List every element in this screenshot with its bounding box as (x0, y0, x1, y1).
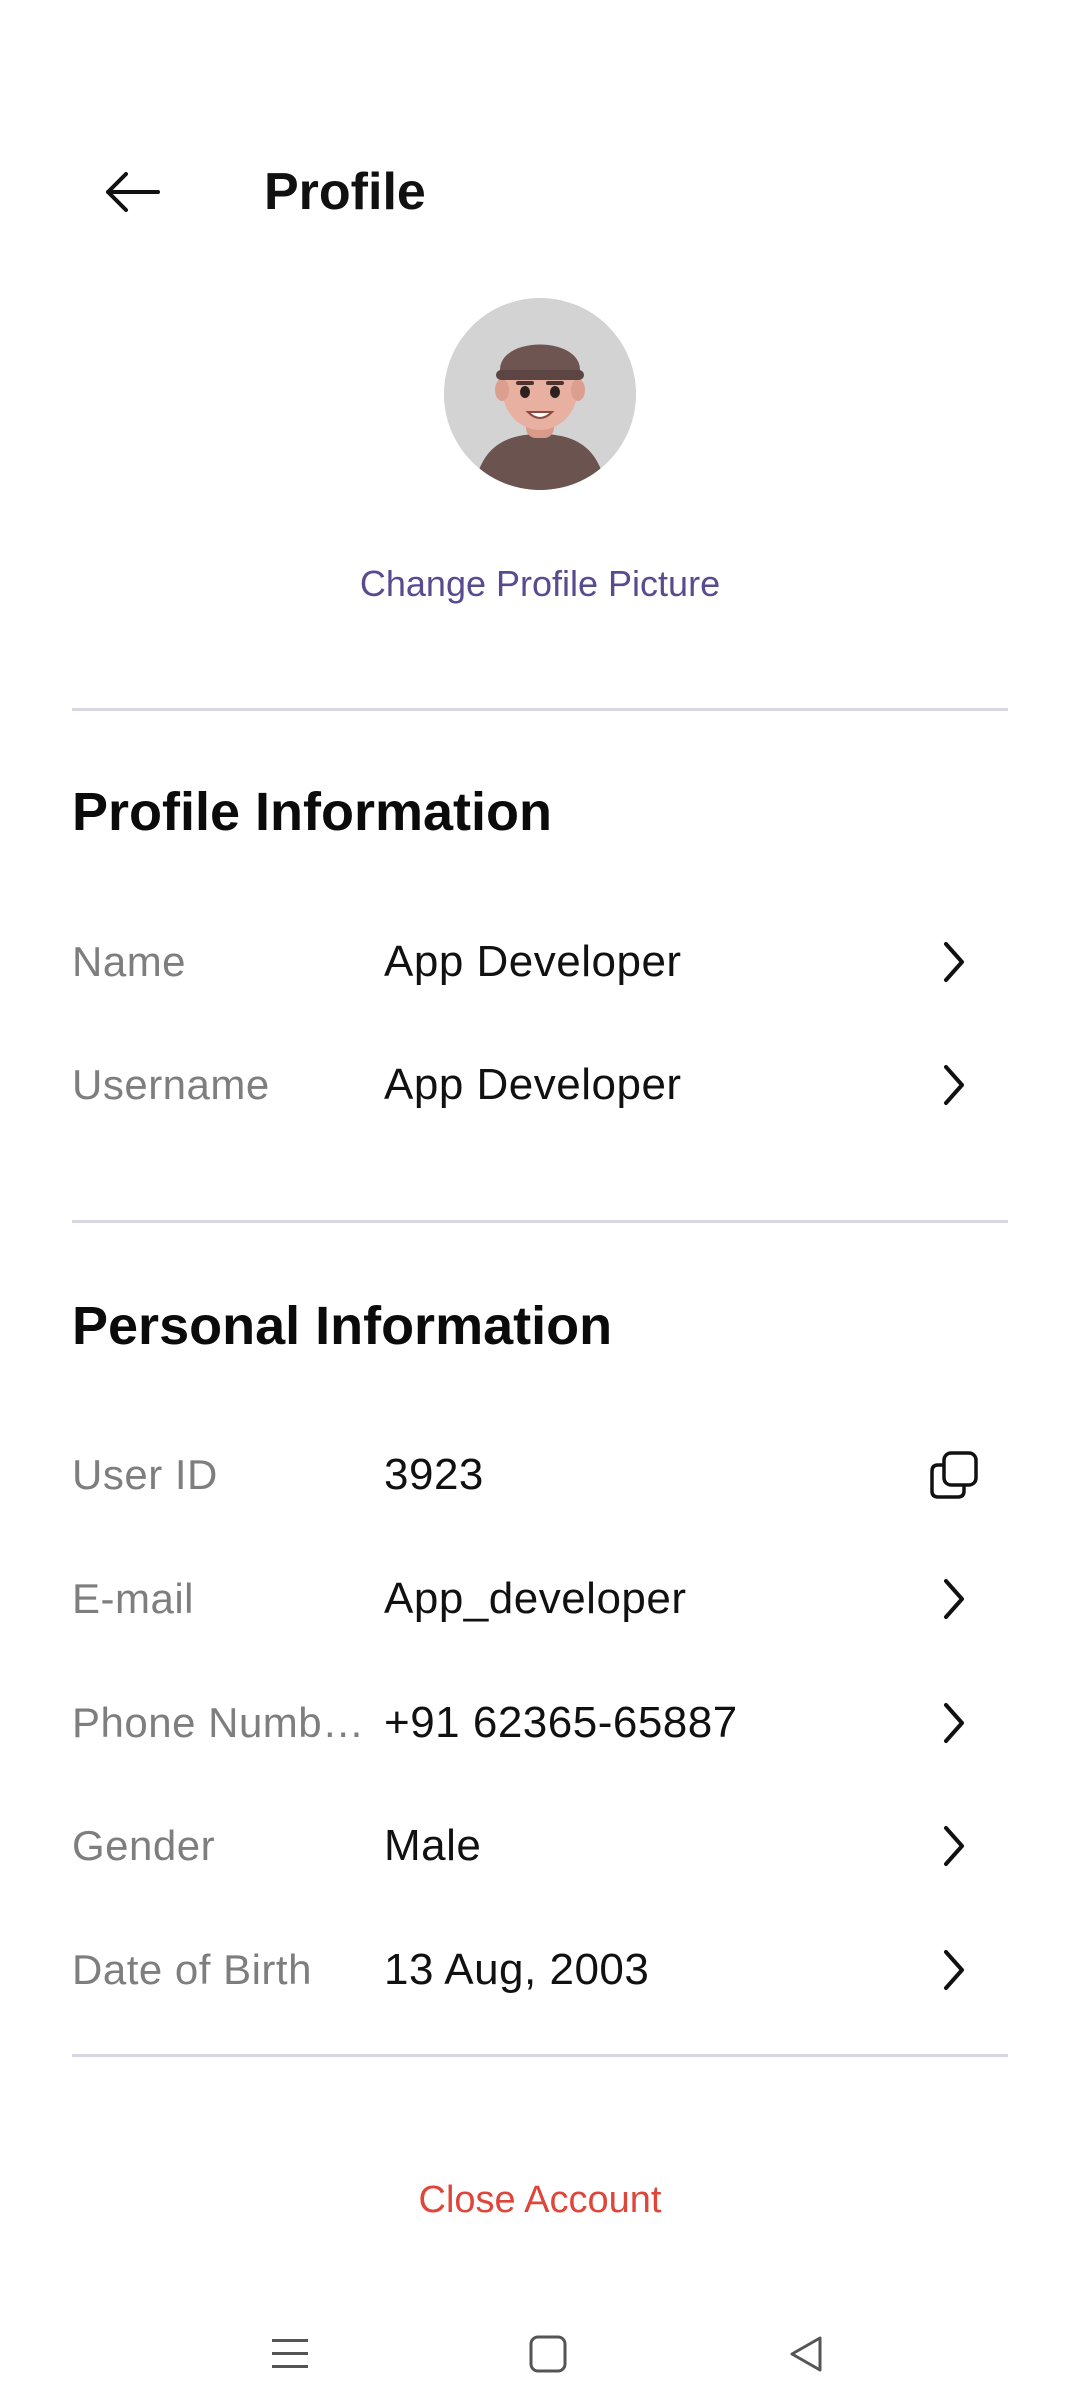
row-label: Gender (72, 1822, 216, 1869)
personal-row-email[interactable]: E-mail App_developer (72, 1549, 1008, 1649)
section-divider (72, 1220, 1008, 1223)
personal-information-title: Personal Information (72, 1296, 613, 1356)
personal-row-phone[interactable]: Phone Numb… +91 62365-65887 (72, 1673, 1008, 1773)
row-value: App Developer (384, 1060, 682, 1109)
menu-icon[interactable] (250, 2324, 330, 2384)
arrow-left-icon (106, 172, 160, 212)
row-value: App_developer (384, 1574, 687, 1623)
section-divider (72, 2054, 1008, 2057)
row-label: User ID (72, 1451, 218, 1498)
row-label: E-mail (72, 1575, 195, 1622)
row-label: Phone Numb… (72, 1699, 365, 1746)
profile-screen: Profile Change Profile Picture Profile I… (0, 0, 1080, 2400)
row-value: +91 62365-65887 (384, 1698, 738, 1747)
row-value: 13 Aug, 2003 (384, 1945, 650, 1994)
chevron-right-icon (924, 1569, 984, 1629)
profile-row-name[interactable]: Name App Developer (72, 912, 1008, 1012)
personal-row-gender[interactable]: Gender Male (72, 1796, 1008, 1896)
app-header: Profile (0, 150, 1080, 234)
profile-information-title: Profile Information (72, 782, 553, 842)
chevron-right-icon (924, 932, 984, 992)
home-square-icon[interactable] (508, 2324, 588, 2384)
row-label: Date of Birth (72, 1946, 312, 1993)
chevron-right-icon (924, 1940, 984, 2000)
row-label: Username (72, 1061, 270, 1108)
row-value: App Developer (384, 937, 682, 986)
row-value: 3923 (384, 1450, 484, 1499)
page-title: Profile (264, 163, 426, 221)
chevron-right-icon (924, 1693, 984, 1753)
close-account-button[interactable]: Close Account (0, 2176, 1080, 2224)
change-profile-picture-link[interactable]: Change Profile Picture (0, 560, 1080, 608)
avatar-image (444, 298, 636, 490)
personal-row-user-id: User ID 3923 (72, 1425, 1008, 1525)
section-divider (72, 708, 1008, 711)
system-navigation-bar (0, 2300, 1080, 2400)
row-label: Name (72, 938, 187, 985)
copy-icon[interactable] (924, 1445, 984, 1505)
profile-row-username[interactable]: Username App Developer (72, 1035, 1008, 1135)
personal-row-date-of-birth[interactable]: Date of Birth 13 Aug, 2003 (72, 1920, 1008, 2020)
avatar[interactable] (444, 298, 636, 490)
chevron-right-icon (924, 1055, 984, 1115)
back-button[interactable] (92, 162, 172, 222)
triangle-back-icon[interactable] (766, 2324, 846, 2384)
chevron-right-icon (924, 1816, 984, 1876)
row-value: Male (384, 1821, 482, 1870)
